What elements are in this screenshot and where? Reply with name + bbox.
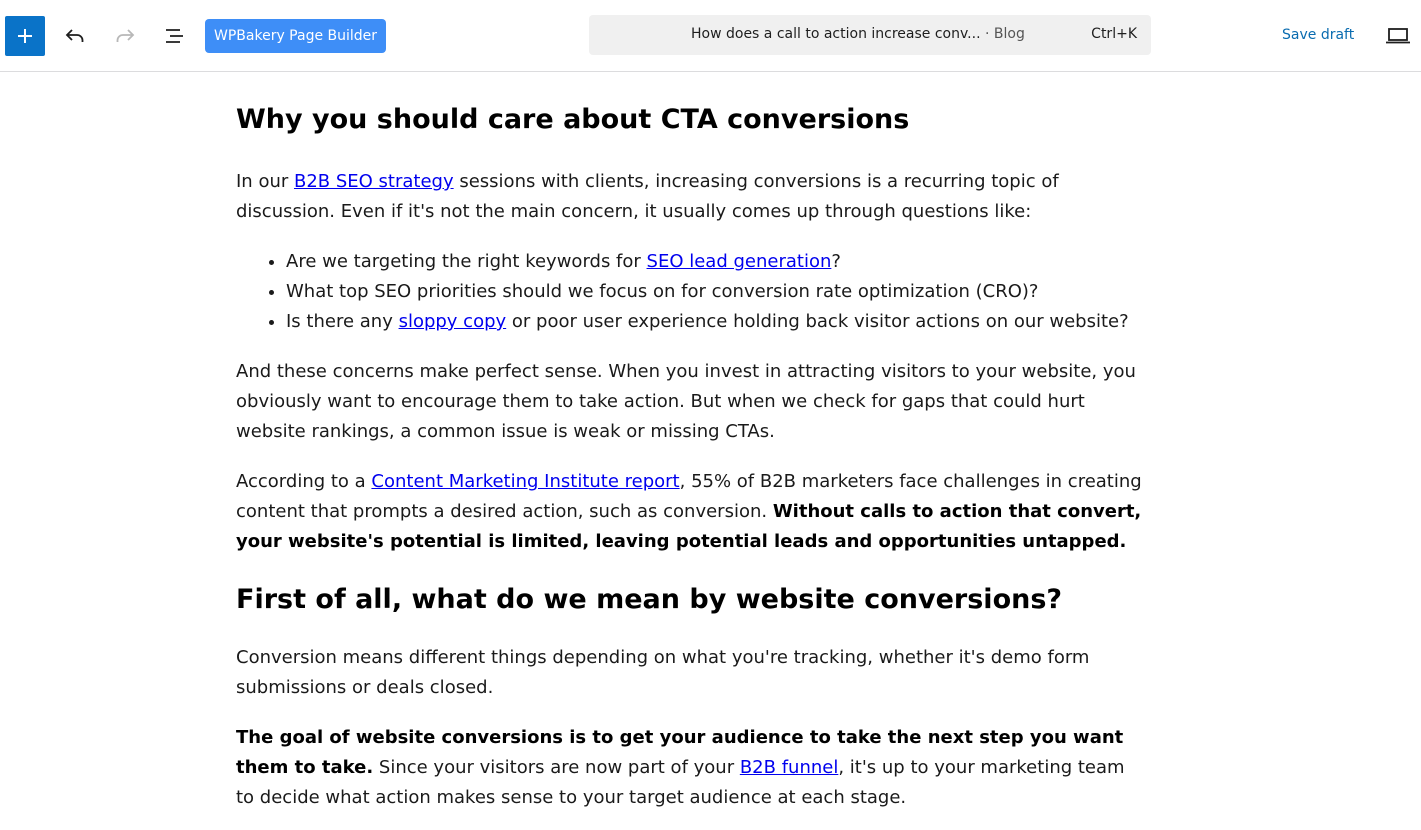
editor-toolbar: WPBakery Page Builder How does a call to… [0,0,1421,72]
paragraph-intro[interactable]: In our B2B SEO strategy sessions with cl… [236,167,1146,227]
wpbakery-page-builder-button[interactable]: WPBakery Page Builder [205,19,387,53]
document-overview-button[interactable] [155,16,195,56]
redo-button[interactable] [105,16,145,56]
link-seo-lead-generation[interactable]: SEO lead generation [647,251,832,272]
text-run: Since your visitors are now part of your [373,757,740,778]
paragraph-cmi-report[interactable]: According to a Content Marketing Institu… [236,467,1146,557]
text-run: or poor user experience holding back vis… [506,311,1129,332]
heading-cta-conversions[interactable]: Why you should care about CTA conversion… [236,103,1146,137]
link-content-marketing-institute-report[interactable]: Content Marketing Institute report [371,471,679,492]
save-draft-button[interactable]: Save draft [1282,27,1354,43]
paragraph-conversion-goal[interactable]: The goal of website conversions is to ge… [236,723,1146,813]
plus-icon [18,29,32,43]
list-item[interactable]: Are we targeting the right keywords for … [286,247,1146,277]
document-title-wrap: How does a call to action increase conv.… [691,26,1025,42]
text-run: Are we targeting the right keywords for [286,251,647,272]
text-run: In our [236,171,294,192]
paragraph-conversion-meaning[interactable]: Conversion means different things depend… [236,643,1146,703]
document-title: How does a call to action increase conv.… [691,26,981,42]
post-content: Why you should care about CTA conversion… [236,73,1146,813]
add-block-button[interactable] [5,16,45,56]
link-sloppy-copy[interactable]: sloppy copy [399,311,507,332]
text-run: ? [831,251,841,272]
command-shortcut: Ctrl+K [1091,26,1137,42]
paragraph-concerns[interactable]: And these concerns make perfect sense. W… [236,357,1146,447]
heading-website-conversions[interactable]: First of all, what do we mean by website… [236,583,1146,617]
document-bar[interactable]: How does a call to action increase conv.… [589,15,1151,55]
laptop-preview-icon [1386,28,1410,44]
question-list: Are we targeting the right keywords for … [236,247,1146,337]
post-type-label: · Blog [984,26,1025,42]
document-overview-icon [166,29,183,43]
undo-icon [65,29,84,42]
preview-button[interactable] [1378,16,1418,56]
link-b2b-funnel[interactable]: B2B funnel [740,757,839,778]
text-run: What top SEO priorities should we focus … [286,281,1039,302]
text-run: According to a [236,471,372,492]
link-b2b-seo-strategy[interactable]: B2B SEO strategy [294,171,454,192]
text-run: Is there any [286,311,399,332]
undo-button[interactable] [55,16,95,56]
redo-icon [116,29,135,42]
list-item[interactable]: Is there any sloppy copy or poor user ex… [286,307,1146,337]
list-item[interactable]: What top SEO priorities should we focus … [286,277,1146,307]
